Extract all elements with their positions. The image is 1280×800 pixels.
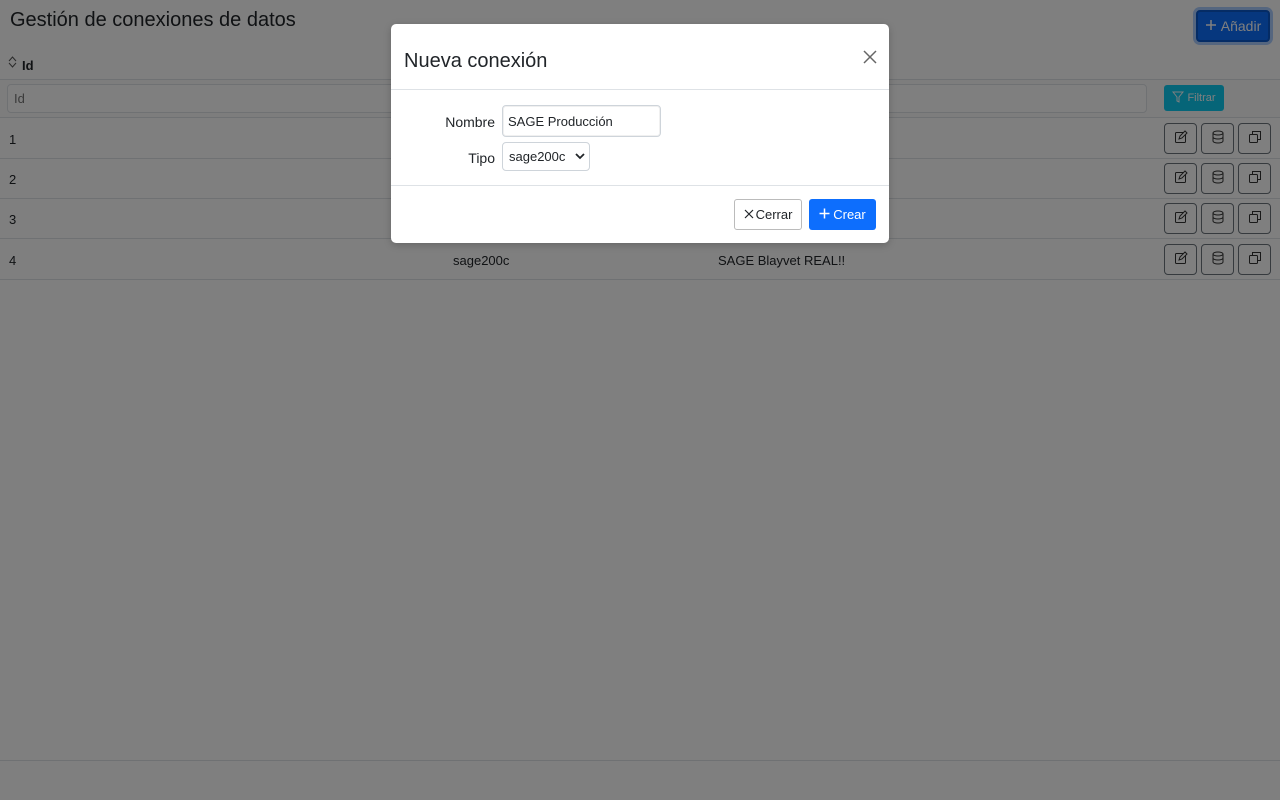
modal-close-button[interactable]: [861, 48, 879, 66]
modal-footer: Cerrar Crear: [391, 185, 889, 243]
modal-body: Nombre Tipo sage200c: [391, 90, 889, 185]
close-icon: [744, 207, 754, 222]
tipo-select[interactable]: sage200c: [502, 142, 590, 171]
close-icon: [861, 50, 879, 69]
plus-icon: [819, 207, 830, 222]
chevron-down-icon: [575, 149, 585, 164]
tipo-label: Tipo: [468, 150, 495, 166]
modal-title: Nueva conexión: [404, 50, 548, 72]
cerrar-button[interactable]: Cerrar: [734, 199, 802, 230]
crear-button-label: Crear: [833, 207, 866, 222]
nombre-input[interactable]: [502, 105, 661, 137]
new-connection-modal: Nueva conexión Nombre Tipo sage200c Cerr…: [391, 24, 889, 243]
crear-button[interactable]: Crear: [809, 199, 876, 230]
modal-header: Nueva conexión: [391, 24, 889, 90]
tipo-selected-value: sage200c: [509, 149, 566, 164]
cerrar-button-label: Cerrar: [755, 207, 793, 222]
nombre-label: Nombre: [445, 114, 495, 130]
